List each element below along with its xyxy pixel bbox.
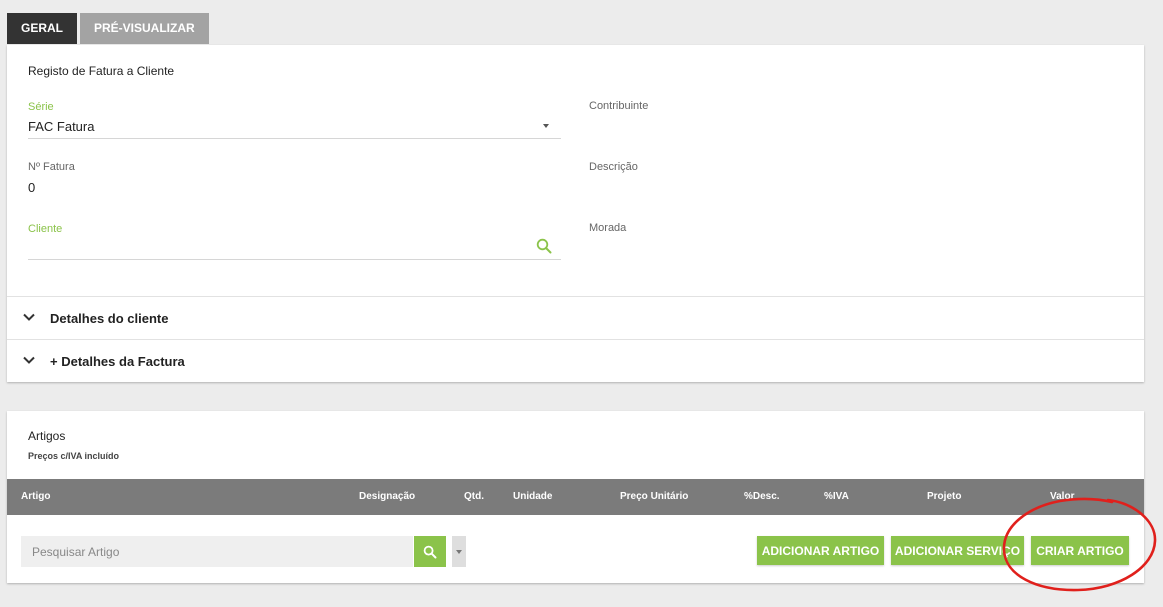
morada-label: Morada (589, 222, 627, 234)
criar-artigo-button[interactable]: CRIAR ARTIGO (1031, 536, 1129, 565)
cliente-underline (28, 259, 561, 260)
n-fatura-label: Nº Fatura (28, 161, 75, 173)
registo-title: Registo de Fatura a Cliente (28, 64, 175, 78)
cliente-field[interactable] (28, 241, 528, 257)
adicionar-artigo-button[interactable]: ADICIONAR ARTIGO (757, 536, 884, 565)
detalhes-factura-label: + Detalhes da Factura (50, 354, 185, 369)
contribuinte-label: Contribuinte (589, 100, 649, 112)
serie-label: Série (28, 101, 54, 113)
tab-pre-visualizar[interactable]: PRÉ-VISUALIZAR (80, 13, 209, 44)
column-header-projeto: Projeto (927, 491, 962, 502)
detalhes-factura-expander[interactable]: + Detalhes da Factura (7, 340, 1144, 382)
column-header-iva: %IVA (824, 491, 849, 502)
tab-bar: GERAL PRÉ-VISUALIZAR (7, 13, 209, 44)
column-header-designacao: Designação (359, 491, 416, 502)
caret-down-icon (456, 550, 462, 554)
registo-card: Registo de Fatura a Cliente Série FAC Fa… (7, 45, 1144, 382)
search-options-dropdown[interactable] (452, 536, 466, 567)
search-icon (423, 545, 437, 558)
column-header-valor: Valor (1050, 491, 1075, 502)
search-artigo-button[interactable] (414, 536, 446, 567)
tab-geral[interactable]: GERAL (7, 13, 77, 44)
search-artigo-input[interactable] (21, 536, 413, 567)
column-header-artigo: Artigo (21, 491, 51, 502)
search-icon[interactable] (536, 238, 552, 254)
caret-down-icon[interactable] (543, 124, 549, 128)
adicionar-servico-button[interactable]: ADICIONAR SERVIÇO (891, 536, 1024, 565)
column-header-unidade: Unidade (513, 491, 553, 502)
column-header-desc: %Desc. (744, 491, 780, 502)
descricao-label: Descrição (589, 161, 638, 173)
serie-underline (28, 138, 561, 139)
artigos-card: Artigos Preços c/IVA incluído Artigo Des… (7, 411, 1144, 583)
cliente-label: Cliente (28, 223, 63, 235)
artigos-subtitle: Preços c/IVA incluído (28, 451, 120, 461)
table-header: Artigo Designação Qtd. Unidade Preço Uni… (7, 479, 1144, 515)
detalhes-cliente-label: Detalhes do cliente (50, 311, 169, 326)
detalhes-cliente-expander[interactable]: Detalhes do cliente (7, 297, 1144, 339)
column-header-preco-unitario: Preço Unitário (620, 491, 689, 502)
column-header-qtd: Qtd. (464, 491, 484, 502)
chevron-down-icon (23, 313, 35, 321)
n-fatura-field[interactable]: 0 (28, 180, 35, 195)
artigos-title: Artigos (28, 429, 66, 443)
chevron-down-icon (23, 356, 35, 364)
serie-select[interactable]: FAC Fatura (28, 119, 94, 134)
